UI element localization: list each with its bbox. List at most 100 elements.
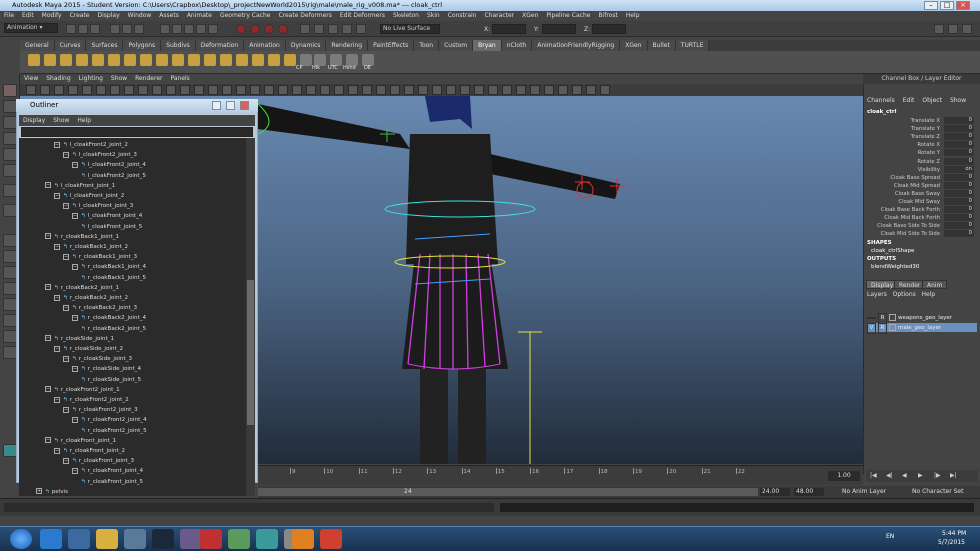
viewport-menu-view[interactable]: View: [24, 75, 38, 82]
time-slider[interactable]: [258, 465, 863, 485]
shelf-tab-painteffects[interactable]: PaintEffects: [368, 40, 415, 51]
shelf-tab-custom[interactable]: Custom: [439, 40, 474, 51]
app-icon[interactable]: [124, 529, 146, 549]
viewport-tool-icon[interactable]: [418, 85, 428, 95]
outliner-row[interactable]: − ↰ r_cloakSide_joint_2: [54, 344, 123, 354]
viewport-menu-show[interactable]: Show: [111, 75, 127, 82]
channel-attr-row[interactable]: Cloak Mid Sway 0: [863, 198, 980, 206]
shelf-tab-deformation[interactable]: Deformation: [195, 40, 245, 51]
viewport-tool-icon[interactable]: [390, 85, 400, 95]
snap-point-icon[interactable]: [264, 24, 274, 34]
shelf-tab-bullet[interactable]: Bullet: [647, 40, 676, 51]
outliner-row[interactable]: − ↰ r_cloakSide_joint_4: [72, 364, 141, 374]
shelf-tool-icon[interactable]: [108, 54, 120, 66]
shelf-tab-curves[interactable]: Curves: [54, 40, 87, 51]
toggle-panel-icon[interactable]: [948, 24, 958, 34]
viewport-tool-icon[interactable]: [572, 85, 582, 95]
channel-attr-row[interactable]: Visibility on: [863, 165, 980, 174]
channel-menu-object[interactable]: Object: [922, 97, 942, 104]
channel-attr-value[interactable]: 0: [944, 214, 974, 222]
shelf-label-de[interactable]: DE: [364, 65, 371, 71]
channel-attr-row[interactable]: Cloak Mid Side To Side 0: [863, 230, 980, 238]
viewport-menu-shading[interactable]: Shading: [46, 75, 70, 82]
shelf-tool-icon[interactable]: [156, 54, 168, 66]
layout-icon[interactable]: [3, 298, 17, 311]
mask-icon[interactable]: [172, 24, 182, 34]
channel-attr-row[interactable]: Rotate X 0: [863, 141, 980, 149]
shelf-tab-animation[interactable]: Animation: [244, 40, 286, 51]
viewport-tool-icon[interactable]: [404, 85, 414, 95]
menu-pipeline-cache[interactable]: Pipeline Cache: [546, 12, 590, 19]
layer-color-icon[interactable]: [889, 324, 896, 331]
collapse-icon[interactable]: −: [63, 304, 69, 311]
outliner-filter-input[interactable]: [21, 127, 253, 137]
collapse-icon[interactable]: −: [72, 161, 78, 168]
layer-reference-toggle[interactable]: R: [878, 323, 887, 334]
viewport-tool-icon[interactable]: [194, 85, 204, 95]
collapse-icon[interactable]: −: [45, 437, 51, 444]
toggle-panel-icon[interactable]: [962, 24, 972, 34]
viewport-tool-icon[interactable]: [376, 85, 386, 95]
outliner-menu-help[interactable]: Help: [77, 117, 91, 124]
layout-icon[interactable]: [3, 234, 17, 247]
viewport-tool-icon[interactable]: [152, 85, 162, 95]
last-tool-icon[interactable]: [3, 204, 17, 217]
viewport-tool-icon[interactable]: [544, 85, 554, 95]
collapse-icon[interactable]: −: [54, 243, 60, 250]
mask-icon[interactable]: [184, 24, 194, 34]
menu-constrain[interactable]: Constrain: [448, 12, 477, 19]
maximize-icon[interactable]: [226, 101, 235, 110]
outliner-menu-show[interactable]: Show: [53, 117, 69, 124]
outliner-row[interactable]: ↰ r_cloakBack2_joint_5: [81, 324, 146, 334]
viewport-menu-lighting[interactable]: Lighting: [79, 75, 103, 82]
viewport-tool-icon[interactable]: [236, 85, 246, 95]
shelf-tab-toon[interactable]: Toon: [414, 40, 440, 51]
outliner-row[interactable]: − ↰ l_cloakFront_joint_3: [63, 201, 133, 211]
menu-character[interactable]: Character: [485, 12, 515, 19]
outliner-row[interactable]: − ↰ r_cloakBack1_joint_3: [63, 252, 137, 262]
lasso-tool-icon[interactable]: [3, 100, 17, 113]
z-input[interactable]: [592, 24, 626, 34]
menu-help[interactable]: Help: [921, 291, 935, 298]
outliner-row[interactable]: − ↰ r_cloakFront2_joint_3: [63, 405, 138, 415]
outliner-row[interactable]: − ↰ r_cloakFront2_joint_4: [72, 415, 147, 425]
snap-grid-icon[interactable]: [236, 24, 246, 34]
rotate-tool-icon[interactable]: [3, 148, 17, 161]
shelf-label-hik[interactable]: Hik: [312, 65, 320, 71]
viewport-tool-icon[interactable]: [306, 85, 316, 95]
menu-window[interactable]: Window: [128, 12, 152, 19]
shelf-tab-dynamics[interactable]: Dynamics: [285, 40, 327, 51]
viewport-tool-icon[interactable]: [222, 85, 232, 95]
menu-file[interactable]: File: [4, 12, 14, 19]
shelf-tab-surfaces[interactable]: Surfaces: [86, 40, 124, 51]
channel-attr-row[interactable]: Rotate Z 0: [863, 157, 980, 166]
start-button-icon[interactable]: [10, 529, 32, 549]
viewport-tool-icon[interactable]: [362, 85, 372, 95]
outliner-row[interactable]: − ↰ l_cloakFront_joint_4: [72, 211, 142, 221]
viewport-tool-icon[interactable]: [460, 85, 470, 95]
viewport-tool-icon[interactable]: [446, 85, 456, 95]
layout-icon[interactable]: [3, 314, 17, 327]
viewport-tool-icon[interactable]: [138, 85, 148, 95]
go-start-icon[interactable]: |◀: [870, 472, 877, 479]
minimize-icon[interactable]: –: [924, 1, 938, 10]
outliner-row[interactable]: ↰ r_cloakSide_joint_5: [81, 375, 141, 385]
channel-attr-value[interactable]: 0: [944, 173, 974, 181]
viewport-tool-icon[interactable]: [250, 85, 260, 95]
channel-attr-value[interactable]: 0: [944, 149, 974, 157]
collapse-icon[interactable]: −: [72, 314, 78, 321]
shelf-tool-icon[interactable]: [124, 54, 136, 66]
collapse-icon[interactable]: −: [45, 233, 51, 240]
collapse-icon[interactable]: −: [45, 335, 51, 342]
expand-icon[interactable]: +: [36, 488, 42, 495]
viewport-tool-icon[interactable]: [530, 85, 540, 95]
chrome-icon[interactable]: [320, 529, 342, 549]
anim-layer-field[interactable]: No Anim Layer: [842, 488, 886, 496]
outliner-row[interactable]: − ↰ r_cloakFront_joint_4: [72, 466, 143, 476]
language-indicator[interactable]: EN: [886, 533, 894, 540]
viewport-tool-icon[interactable]: [208, 85, 218, 95]
range-max-field[interactable]: 48.00: [794, 488, 824, 496]
channel-menu-edit[interactable]: Edit: [903, 97, 915, 104]
viewport-tool-icon[interactable]: [96, 85, 106, 95]
layer-visibility-toggle[interactable]: [867, 317, 876, 319]
